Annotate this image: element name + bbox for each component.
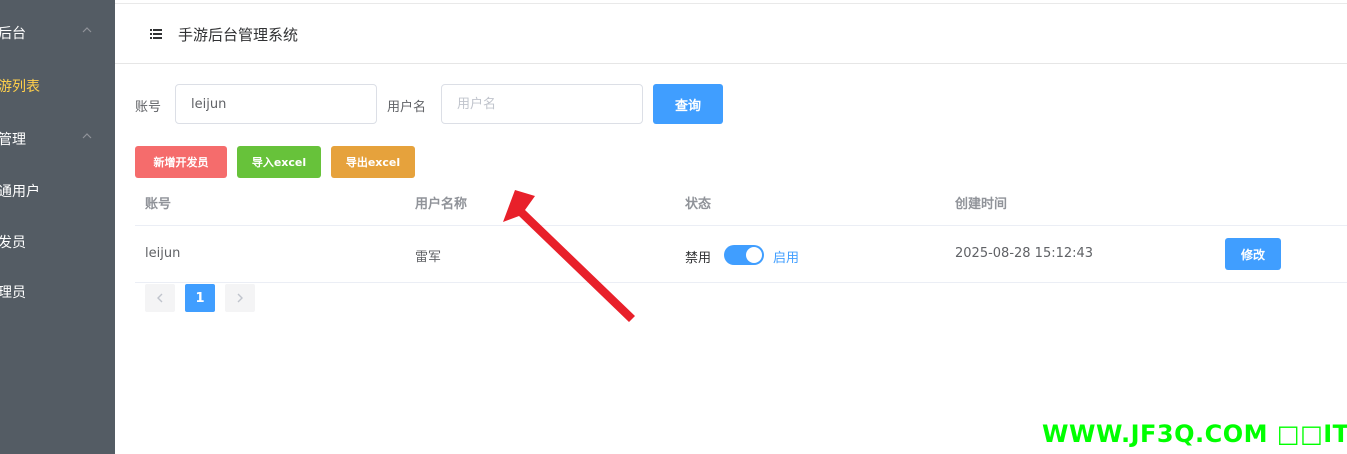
sidebar-item-game-list[interactable]: 游列表 bbox=[0, 66, 115, 106]
sidebar-item-label: 理员 bbox=[0, 285, 26, 301]
sidebar-group-label: 后台 bbox=[0, 26, 26, 42]
cell-name: 雷军 bbox=[415, 250, 442, 265]
cell-account: leijun bbox=[145, 246, 181, 261]
import-excel-button[interactable]: 导入excel bbox=[237, 146, 321, 178]
account-input[interactable] bbox=[175, 84, 377, 124]
chevron-right-icon bbox=[237, 293, 243, 303]
export-excel-button[interactable]: 导出excel bbox=[331, 146, 415, 178]
sidebar-item-developers[interactable]: 发员 bbox=[0, 222, 115, 262]
sidebar-item-normal-users[interactable]: 通用户 bbox=[0, 171, 115, 211]
edit-button[interactable]: 修改 bbox=[1225, 238, 1281, 270]
pagination-page-current[interactable]: 1 bbox=[185, 284, 215, 312]
watermark: WWW.JF3Q.COM □□IT bbox=[1042, 420, 1347, 448]
sidebar: 后台 游列表 管理 通用户 发员 理员 bbox=[0, 0, 115, 454]
pagination-next[interactable] bbox=[225, 284, 255, 312]
toggle-knob bbox=[746, 247, 762, 263]
add-developer-button[interactable]: 新增开发员 bbox=[135, 146, 227, 178]
switch-off-label: 禁用 bbox=[685, 251, 712, 266]
watermark-glyphs: □□IT bbox=[1276, 420, 1347, 448]
username-input[interactable] bbox=[441, 84, 643, 124]
annotation-arrow-icon bbox=[503, 190, 635, 322]
column-header-name: 用户名称 bbox=[415, 197, 468, 212]
sidebar-group-management[interactable]: 管理 bbox=[0, 119, 115, 159]
sidebar-item-label: 游列表 bbox=[0, 79, 40, 95]
table-divider bbox=[135, 282, 1347, 283]
column-header-status: 状态 bbox=[685, 197, 712, 212]
sidebar-item-admins[interactable]: 理员 bbox=[0, 272, 115, 312]
pagination-prev[interactable] bbox=[145, 284, 175, 312]
sidebar-group-backend[interactable]: 后台 bbox=[0, 13, 115, 53]
chevron-left-icon bbox=[157, 293, 163, 303]
top-bar: 手游后台管理系统 bbox=[115, 3, 1347, 64]
query-button[interactable]: 查询 bbox=[653, 84, 723, 124]
menu-fold-icon[interactable] bbox=[150, 29, 162, 39]
column-header-account: 账号 bbox=[145, 197, 172, 212]
chevron-up-icon bbox=[82, 133, 92, 139]
username-label: 用户名 bbox=[387, 100, 427, 115]
sidebar-group-label: 管理 bbox=[0, 132, 26, 148]
account-label: 账号 bbox=[135, 100, 162, 115]
main-content: 手游后台管理系统 账号 用户名 查询 新增开发员 导入excel 导出excel… bbox=[115, 0, 1347, 454]
table-divider bbox=[135, 225, 1347, 226]
sidebar-item-label: 发员 bbox=[0, 235, 26, 251]
sidebar-item-label: 通用户 bbox=[0, 184, 40, 200]
chevron-up-icon bbox=[82, 27, 92, 33]
watermark-text: WWW.JF3Q.COM bbox=[1042, 420, 1269, 448]
app-title: 手游后台管理系统 bbox=[178, 26, 299, 44]
cell-created: 2025-08-28 15:12:43 bbox=[955, 246, 1094, 261]
status-toggle[interactable] bbox=[724, 245, 764, 265]
switch-on-label: 启用 bbox=[773, 251, 800, 266]
column-header-created: 创建时间 bbox=[955, 197, 1008, 212]
